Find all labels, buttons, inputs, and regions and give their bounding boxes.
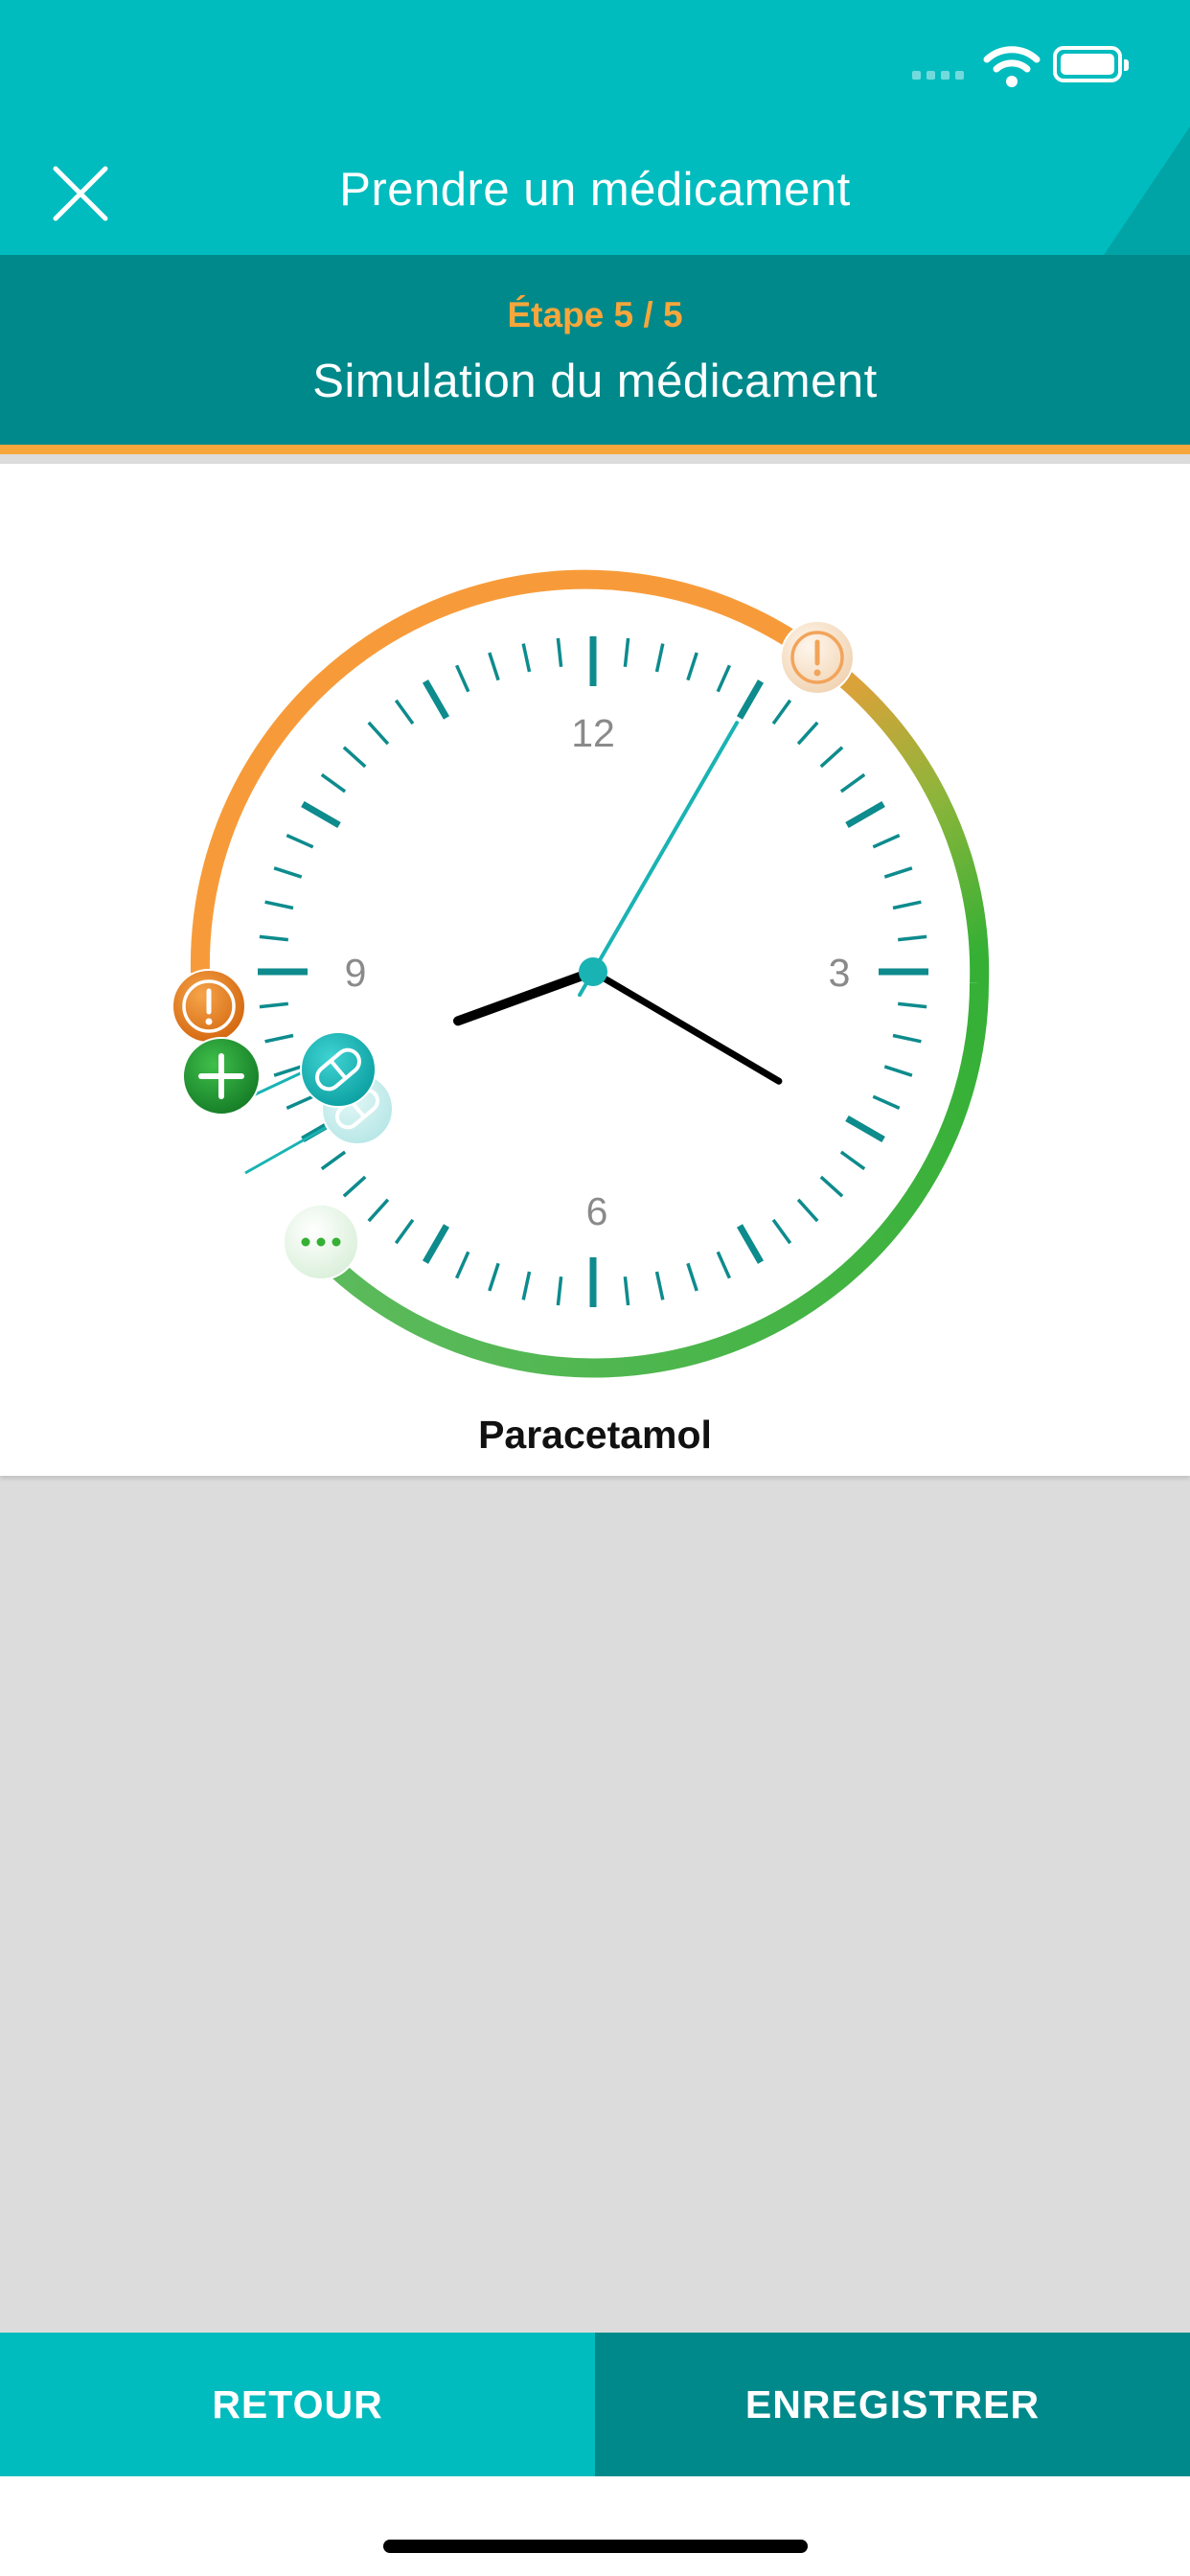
clock-tick	[654, 1271, 665, 1300]
dose-pointer-line	[244, 1121, 334, 1175]
clock-tick	[839, 772, 866, 794]
clock-ring-gradient	[811, 648, 990, 984]
clock-tick	[736, 679, 765, 720]
wifi-icon	[983, 46, 1041, 87]
numeral-3: 3	[829, 951, 851, 995]
clock-tick	[556, 1276, 563, 1306]
plus-icon[interactable]	[182, 1037, 261, 1116]
clock-ring-orange	[190, 569, 822, 974]
warning-icon[interactable]	[780, 620, 855, 695]
step-title: Simulation du médicament	[312, 356, 878, 407]
clock-tick	[819, 1175, 844, 1198]
page-title: Prendre un médicament	[339, 164, 851, 216]
clock-tick	[796, 1198, 819, 1223]
clock-tick	[422, 679, 450, 720]
clock-tick	[898, 1001, 927, 1009]
clock-center	[579, 957, 607, 986]
clock-tick	[342, 1175, 367, 1198]
clock-tick	[320, 772, 347, 794]
clock-tick	[686, 1262, 698, 1292]
clock-tick	[264, 900, 294, 910]
clock-tick	[320, 1150, 347, 1171]
medication-simulation-card: 12 3 6 9 Paracetamol	[0, 464, 1190, 1476]
clock-tick	[892, 900, 922, 910]
clock-tick	[521, 643, 532, 673]
clock-tick	[273, 866, 303, 879]
clock-tick	[839, 1150, 866, 1171]
clock-tick	[716, 1251, 731, 1279]
clock-tick	[521, 1271, 532, 1300]
clock-tick	[455, 1251, 470, 1279]
second-hand	[578, 721, 739, 998]
numeral-12: 12	[571, 711, 615, 755]
clock-tick	[819, 746, 844, 769]
clock-tick	[488, 652, 500, 681]
back-button[interactable]: RETOUR	[0, 2333, 595, 2476]
step-indicator: Étape 5 / 5	[507, 295, 683, 334]
footer-actions: RETOUR ENREGISTRER	[0, 2333, 1190, 2476]
clock-tick	[771, 1218, 792, 1245]
numeral-6: 6	[586, 1189, 608, 1233]
clock-tick	[286, 834, 314, 849]
clock-tick	[771, 699, 792, 725]
clock-tick	[845, 800, 885, 829]
clock-tick	[301, 800, 341, 829]
pill-icon[interactable]	[300, 1031, 377, 1108]
clock-tick	[883, 1065, 913, 1077]
clock-tick	[367, 721, 390, 746]
clock-tick	[686, 652, 698, 681]
more-icon[interactable]	[283, 1204, 359, 1280]
step-header: Étape 5 / 5 Simulation du médicament	[0, 255, 1190, 454]
numeral-9: 9	[345, 951, 367, 995]
clock-tick	[883, 866, 913, 879]
nav-bar: Prendre un médicament	[0, 126, 1190, 255]
clock-tick	[394, 699, 415, 725]
clock-tick	[264, 1033, 294, 1044]
clock-tick	[872, 834, 901, 849]
clock-tick	[556, 637, 563, 667]
clock-tick	[394, 1218, 415, 1245]
medication-name: Paracetamol	[478, 1413, 712, 1457]
clock-tick	[259, 934, 288, 942]
clock-tick	[286, 1094, 314, 1110]
status-bar	[0, 0, 1190, 126]
hour-hand	[453, 967, 598, 1026]
clock-tick	[796, 721, 819, 746]
clock-tick	[898, 934, 927, 942]
clock-tick	[736, 1224, 765, 1264]
clock-tick	[422, 1224, 450, 1264]
home-indicator-area	[0, 2476, 1190, 2576]
battery-icon	[1053, 46, 1129, 82]
clock-tick	[342, 746, 367, 769]
clock-tick	[845, 1115, 885, 1143]
clock-tick	[892, 1033, 922, 1044]
clock-tick	[259, 1001, 288, 1009]
minute-hand	[589, 968, 783, 1085]
clock-tick	[455, 664, 470, 693]
clock: 12 3 6 9	[172, 569, 990, 1378]
signal-icon	[912, 71, 964, 80]
clock-tick	[716, 664, 731, 693]
clock-tick	[623, 637, 630, 667]
clock-tick	[654, 643, 665, 673]
clock-tick	[872, 1094, 901, 1110]
home-indicator[interactable]	[383, 2540, 808, 2553]
warning-icon[interactable]	[172, 969, 246, 1044]
save-button[interactable]: ENREGISTRER	[595, 2333, 1190, 2476]
clock-tick	[488, 1262, 500, 1292]
clock-ring-green	[314, 982, 989, 1378]
clock-tick	[367, 1198, 390, 1223]
clock-tick	[623, 1276, 630, 1306]
